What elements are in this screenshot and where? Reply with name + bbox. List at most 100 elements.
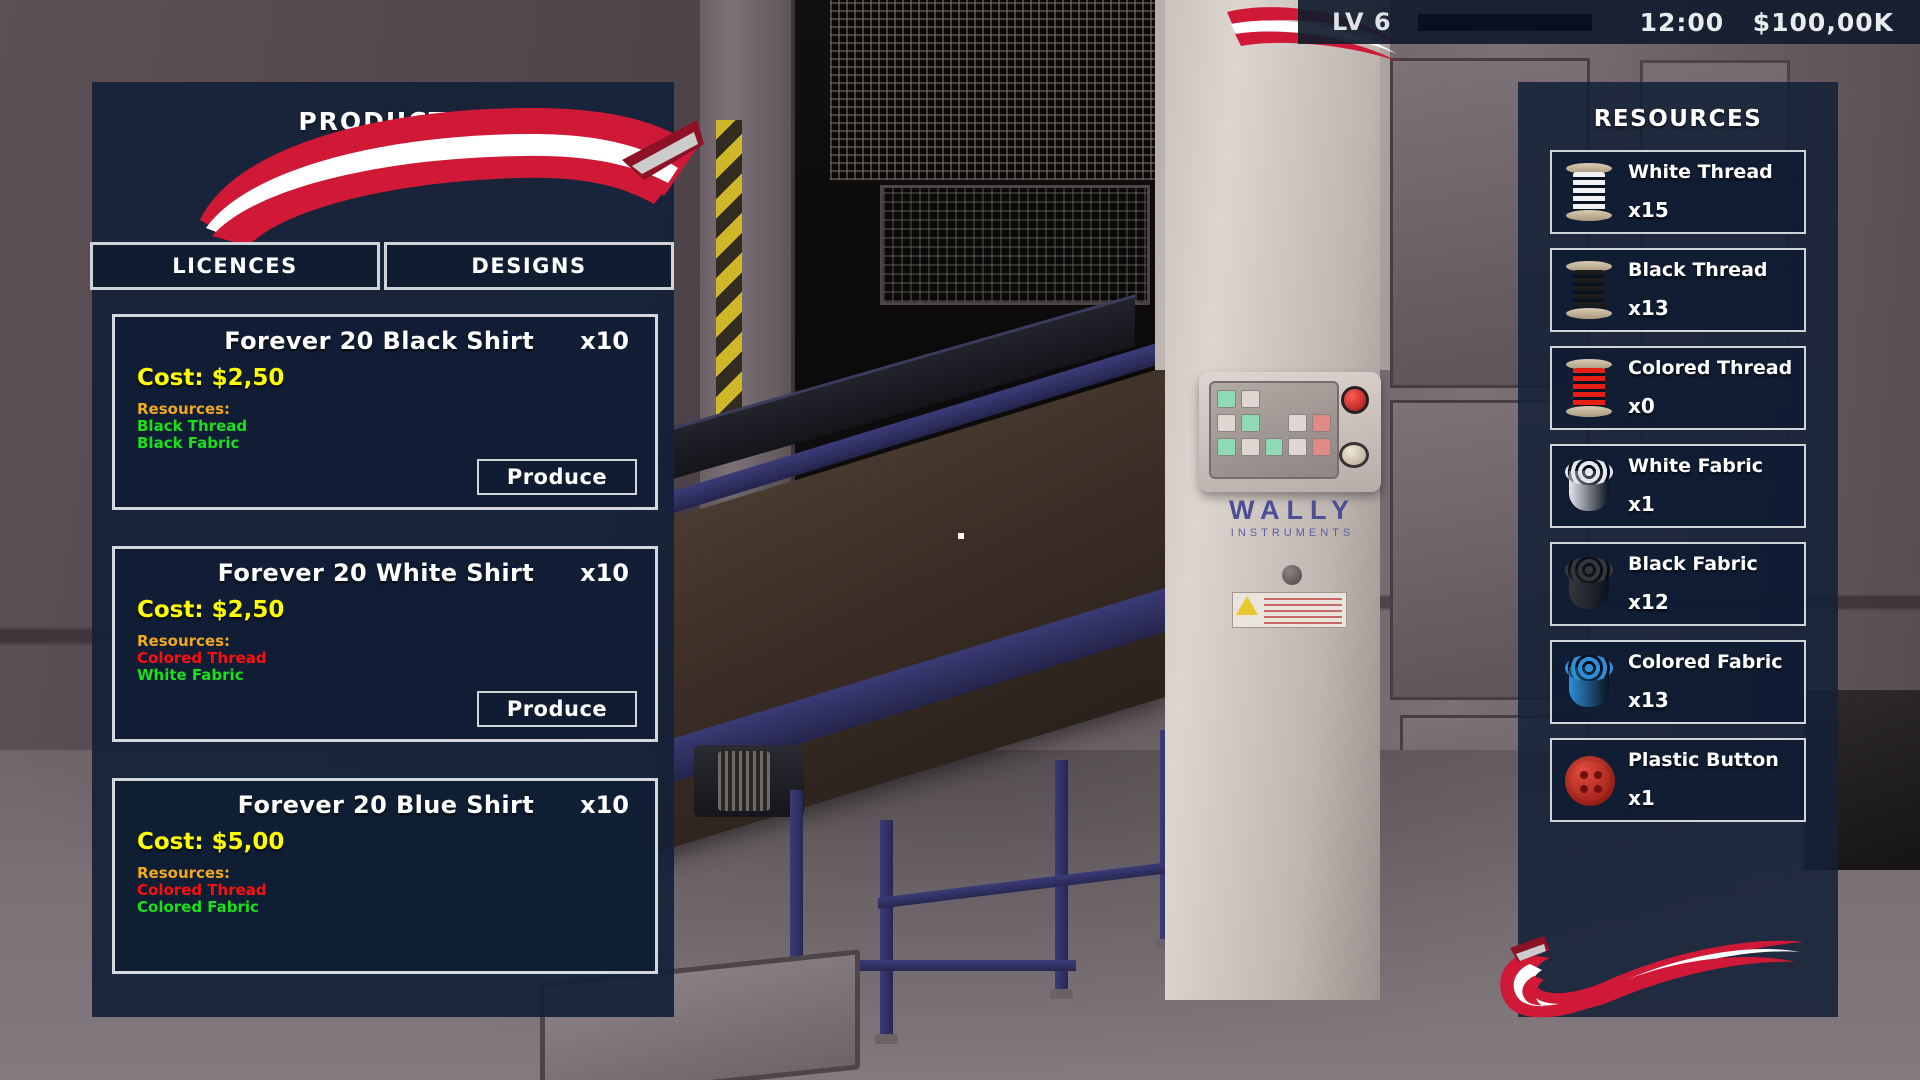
hazard-stripe	[716, 120, 742, 420]
resource-text: Colored Thread x0	[1622, 356, 1804, 418]
machine-button	[1264, 438, 1284, 456]
tab-licences[interactable]: LICENCES	[90, 242, 380, 290]
resource-row: White Fabric x1	[1550, 444, 1806, 528]
produce-button[interactable]: Produce	[477, 691, 637, 727]
resources-list: White Thread x15 Black Thread x13 Colored Th…	[1518, 150, 1838, 822]
resource-text: Colored Fabric x13	[1622, 650, 1804, 712]
tab-licences-label: LICENCES	[172, 254, 298, 278]
products-tabs: LICENCES DESIGNS	[90, 242, 674, 290]
resource-name: Plastic Button	[1628, 748, 1779, 771]
product-resource-requirement: Colored Thread	[137, 881, 267, 899]
resource-row: Black Fabric x12	[1550, 542, 1806, 626]
produce-button-label: Produce	[506, 465, 608, 489]
resource-text: Black Thread x13	[1622, 258, 1804, 320]
resource-row: Plastic Button x1	[1550, 738, 1806, 822]
machine-knob-icon	[1282, 565, 1302, 585]
machine-brand-label: WALLY	[1228, 495, 1356, 525]
resource-count: x15	[1628, 197, 1669, 222]
produce-button-label: Produce	[506, 697, 608, 721]
product-resource-requirement: White Fabric	[137, 665, 244, 684]
level-label: LV 6	[1332, 8, 1392, 36]
resources-panel-title: RESOURCES	[1593, 106, 1763, 132]
resource-count: x1	[1628, 785, 1655, 810]
tab-designs[interactable]: DESIGNS	[384, 242, 674, 290]
resource-name: Black Fabric	[1628, 552, 1758, 575]
product-card-list: Forever 20 Black Shirt x10 Cost: $2,50 Reso…	[112, 314, 658, 1014]
thread-spool-icon	[1556, 157, 1622, 227]
resource-count: x0	[1628, 393, 1655, 418]
product-resources-label: Resources:	[137, 400, 231, 418]
resource-count: x1	[1628, 491, 1655, 516]
plastic-button-icon	[1556, 745, 1622, 815]
conveyor-motor	[694, 745, 804, 817]
resource-name: Colored Thread	[1628, 356, 1793, 379]
product-cost: Cost: $5,00	[137, 829, 285, 855]
machine-button-grid	[1209, 381, 1339, 479]
resource-count: x12	[1628, 589, 1669, 614]
product-resource-requirement: Black Thread	[137, 417, 248, 435]
vent-mesh	[830, 0, 1160, 180]
machine-button	[1217, 390, 1236, 408]
product-card-header: Forever 20 White Shirt x10	[137, 559, 633, 587]
resource-count: x13	[1628, 687, 1669, 712]
machine-button	[1288, 414, 1308, 432]
fabric-roll-icon	[1556, 451, 1622, 521]
resource-text: Black Fabric x12	[1622, 552, 1804, 614]
conveyor-leg	[875, 820, 898, 1044]
resource-text: Plastic Button x1	[1622, 748, 1804, 810]
product-resource-requirement: Black Fabric	[137, 433, 240, 452]
product-name: Forever 20 Blue Shirt	[237, 791, 535, 819]
resources-panel: RESOURCES White Thread x15 Black Thread x13…	[1518, 82, 1838, 1017]
resource-row: Black Thread x13	[1550, 248, 1806, 332]
hud-top-bar: LV 6 12:00 $100,00K	[1298, 0, 1920, 44]
resource-name: White Fabric	[1628, 454, 1764, 477]
resource-count: x13	[1628, 295, 1669, 320]
product-card-header: Forever 20 Blue Shirt x10	[137, 791, 633, 819]
emergency-stop-button-icon	[1341, 386, 1369, 414]
fabric-roll-icon	[1556, 549, 1622, 619]
product-quantity: x10	[580, 327, 629, 355]
product-name: Forever 20 White Shirt	[217, 559, 535, 587]
warning-triangle-icon	[1236, 596, 1258, 615]
machine-button	[1288, 438, 1308, 456]
belt-marker	[958, 533, 964, 539]
resource-name: White Thread	[1628, 160, 1773, 183]
resource-row: Colored Thread x0	[1550, 346, 1806, 430]
resource-name: Colored Fabric	[1628, 650, 1783, 673]
product-card: Forever 20 White Shirt x10 Cost: $2,50 Reso…	[112, 546, 658, 742]
machine-control-box	[1199, 372, 1381, 492]
machine-button	[1312, 438, 1331, 456]
product-name: Forever 20 Black Shirt	[224, 327, 535, 355]
products-panel-title: PRODUCTS	[298, 107, 468, 136]
product-card: Forever 20 Black Shirt x10 Cost: $2,50 Reso…	[112, 314, 658, 510]
vent-mesh	[880, 185, 1150, 305]
products-panel: PRODUCTS LICENCES DESIGNS Forever 20 Bla…	[90, 82, 704, 1017]
machine-button	[1312, 414, 1331, 432]
machine-button	[1240, 414, 1260, 432]
machine-button	[1217, 414, 1236, 432]
product-cost: Cost: $2,50	[137, 365, 285, 391]
tab-designs-label: DESIGNS	[471, 254, 587, 278]
product-card-header: Forever 20 Black Shirt x10	[137, 327, 633, 355]
resource-row: White Thread x15	[1550, 150, 1806, 234]
thread-spool-icon	[1556, 353, 1622, 423]
xp-progress-bar	[1417, 13, 1592, 31]
warning-text-lines	[1264, 598, 1342, 628]
product-resource-requirement: Colored Fabric	[137, 897, 259, 916]
machine-button	[1240, 438, 1260, 456]
product-card: Forever 20 Blue Shirt x10 Cost: $5,00 Resou…	[112, 778, 658, 974]
machine-dial-icon	[1339, 442, 1369, 468]
game-clock: 12:00	[1639, 7, 1725, 37]
resource-row: Colored Fabric x13	[1550, 640, 1806, 724]
machine-brand-sub-label: INSTRUMENTS	[1230, 527, 1355, 539]
machine-button	[1240, 390, 1260, 408]
thread-spool-icon	[1556, 255, 1622, 325]
product-resources-label: Resources:	[137, 632, 231, 650]
produce-button[interactable]: Produce	[477, 459, 637, 495]
resource-text: White Thread x15	[1622, 160, 1804, 222]
product-quantity: x10	[580, 791, 629, 819]
resource-name: Black Thread	[1628, 258, 1768, 281]
product-cost: Cost: $2,50	[137, 597, 285, 623]
fabric-roll-icon	[1556, 647, 1622, 717]
money-balance: $100,00K	[1752, 7, 1894, 37]
